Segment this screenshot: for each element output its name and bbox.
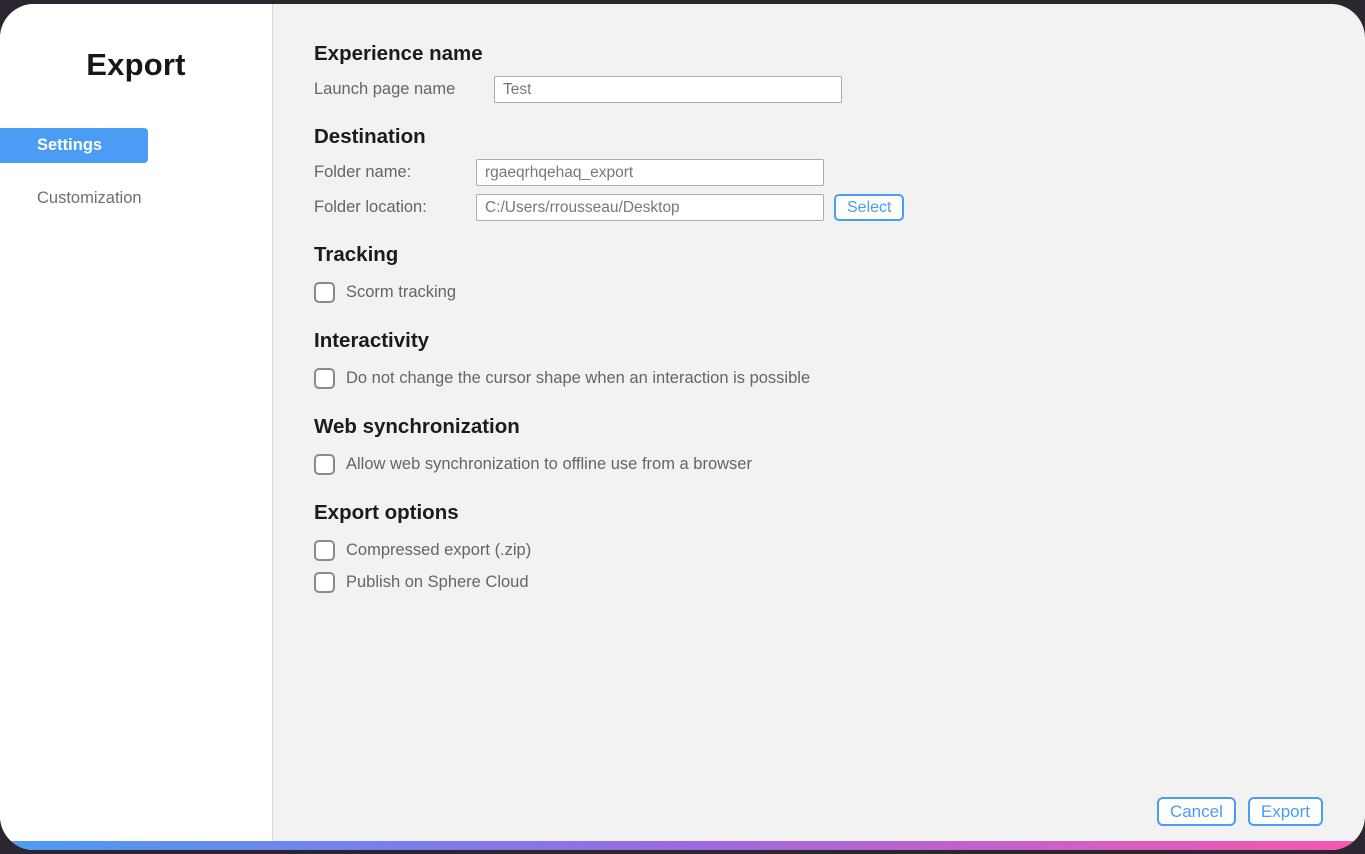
section-heading-experience-name: Experience name <box>314 42 483 65</box>
launch-page-name-input[interactable] <box>494 76 842 103</box>
cancel-button[interactable]: Cancel <box>1156 797 1236 826</box>
section-heading-tracking: Tracking <box>314 243 399 266</box>
checkbox-compressed-export[interactable] <box>314 539 335 561</box>
sidebar-item-label: Settings <box>37 136 103 154</box>
settings-panel: Experience name Launch page name Destina… <box>273 4 1365 850</box>
checkbox-publish-sphere-cloud[interactable] <box>314 571 335 593</box>
sidebar-item-customization[interactable]: Customization <box>0 181 272 216</box>
select-folder-button[interactable]: Select <box>834 194 905 221</box>
checkbox-label-scorm-tracking: Scorm tracking <box>346 282 457 301</box>
folder-name-input[interactable] <box>476 159 824 186</box>
checkbox-web-synchronization[interactable] <box>314 453 335 475</box>
folder-name-label: Folder name: <box>314 163 412 181</box>
launch-page-name-label: Launch page name <box>314 80 456 98</box>
sidebar-nav: Settings Customization <box>0 128 272 216</box>
page-title: Export <box>86 47 186 82</box>
checkbox-row-cursor-shape[interactable]: Do not change the cursor shape when an i… <box>314 363 1365 393</box>
folder-location-row: Folder location: Select <box>314 194 1365 221</box>
sidebar-item-settings[interactable]: Settings <box>0 128 148 163</box>
launch-page-name-row: Launch page name <box>314 76 1365 103</box>
section-heading-web-synchronization: Web synchronization <box>314 415 520 438</box>
section-heading-interactivity: Interactivity <box>314 329 430 352</box>
sidebar-item-label: Customization <box>37 189 142 207</box>
section-heading-export-options: Export options <box>314 501 459 524</box>
folder-location-label: Folder location: <box>314 198 427 216</box>
checkbox-row-scorm-tracking[interactable]: Scorm tracking <box>314 277 1365 307</box>
checkbox-row-publish-sphere-cloud[interactable]: Publish on Sphere Cloud <box>314 567 1365 597</box>
sidebar: Export Settings Customization <box>0 4 273 850</box>
accent-gradient-bar <box>0 841 1365 850</box>
checkbox-row-web-synchronization[interactable]: Allow web synchronization to offline use… <box>314 449 1365 479</box>
checkbox-row-compressed-export[interactable]: Compressed export (.zip) <box>314 535 1365 565</box>
checkbox-label-publish-sphere-cloud: Publish on Sphere Cloud <box>346 572 529 591</box>
folder-name-row: Folder name: <box>314 159 1365 186</box>
checkbox-cursor-shape[interactable] <box>314 367 335 389</box>
export-dialog-window: Export Settings Customization Experience… <box>0 4 1365 850</box>
dialog-footer: Cancel Export <box>1156 797 1323 826</box>
section-heading-destination: Destination <box>314 125 426 148</box>
checkbox-scorm-tracking[interactable] <box>314 281 335 303</box>
checkbox-label-web-synchronization: Allow web synchronization to offline use… <box>346 454 752 473</box>
export-button[interactable]: Export <box>1247 797 1323 826</box>
folder-location-input[interactable] <box>476 194 824 221</box>
checkbox-label-cursor-shape: Do not change the cursor shape when an i… <box>346 368 811 387</box>
checkbox-label-compressed-export: Compressed export (.zip) <box>346 540 532 559</box>
